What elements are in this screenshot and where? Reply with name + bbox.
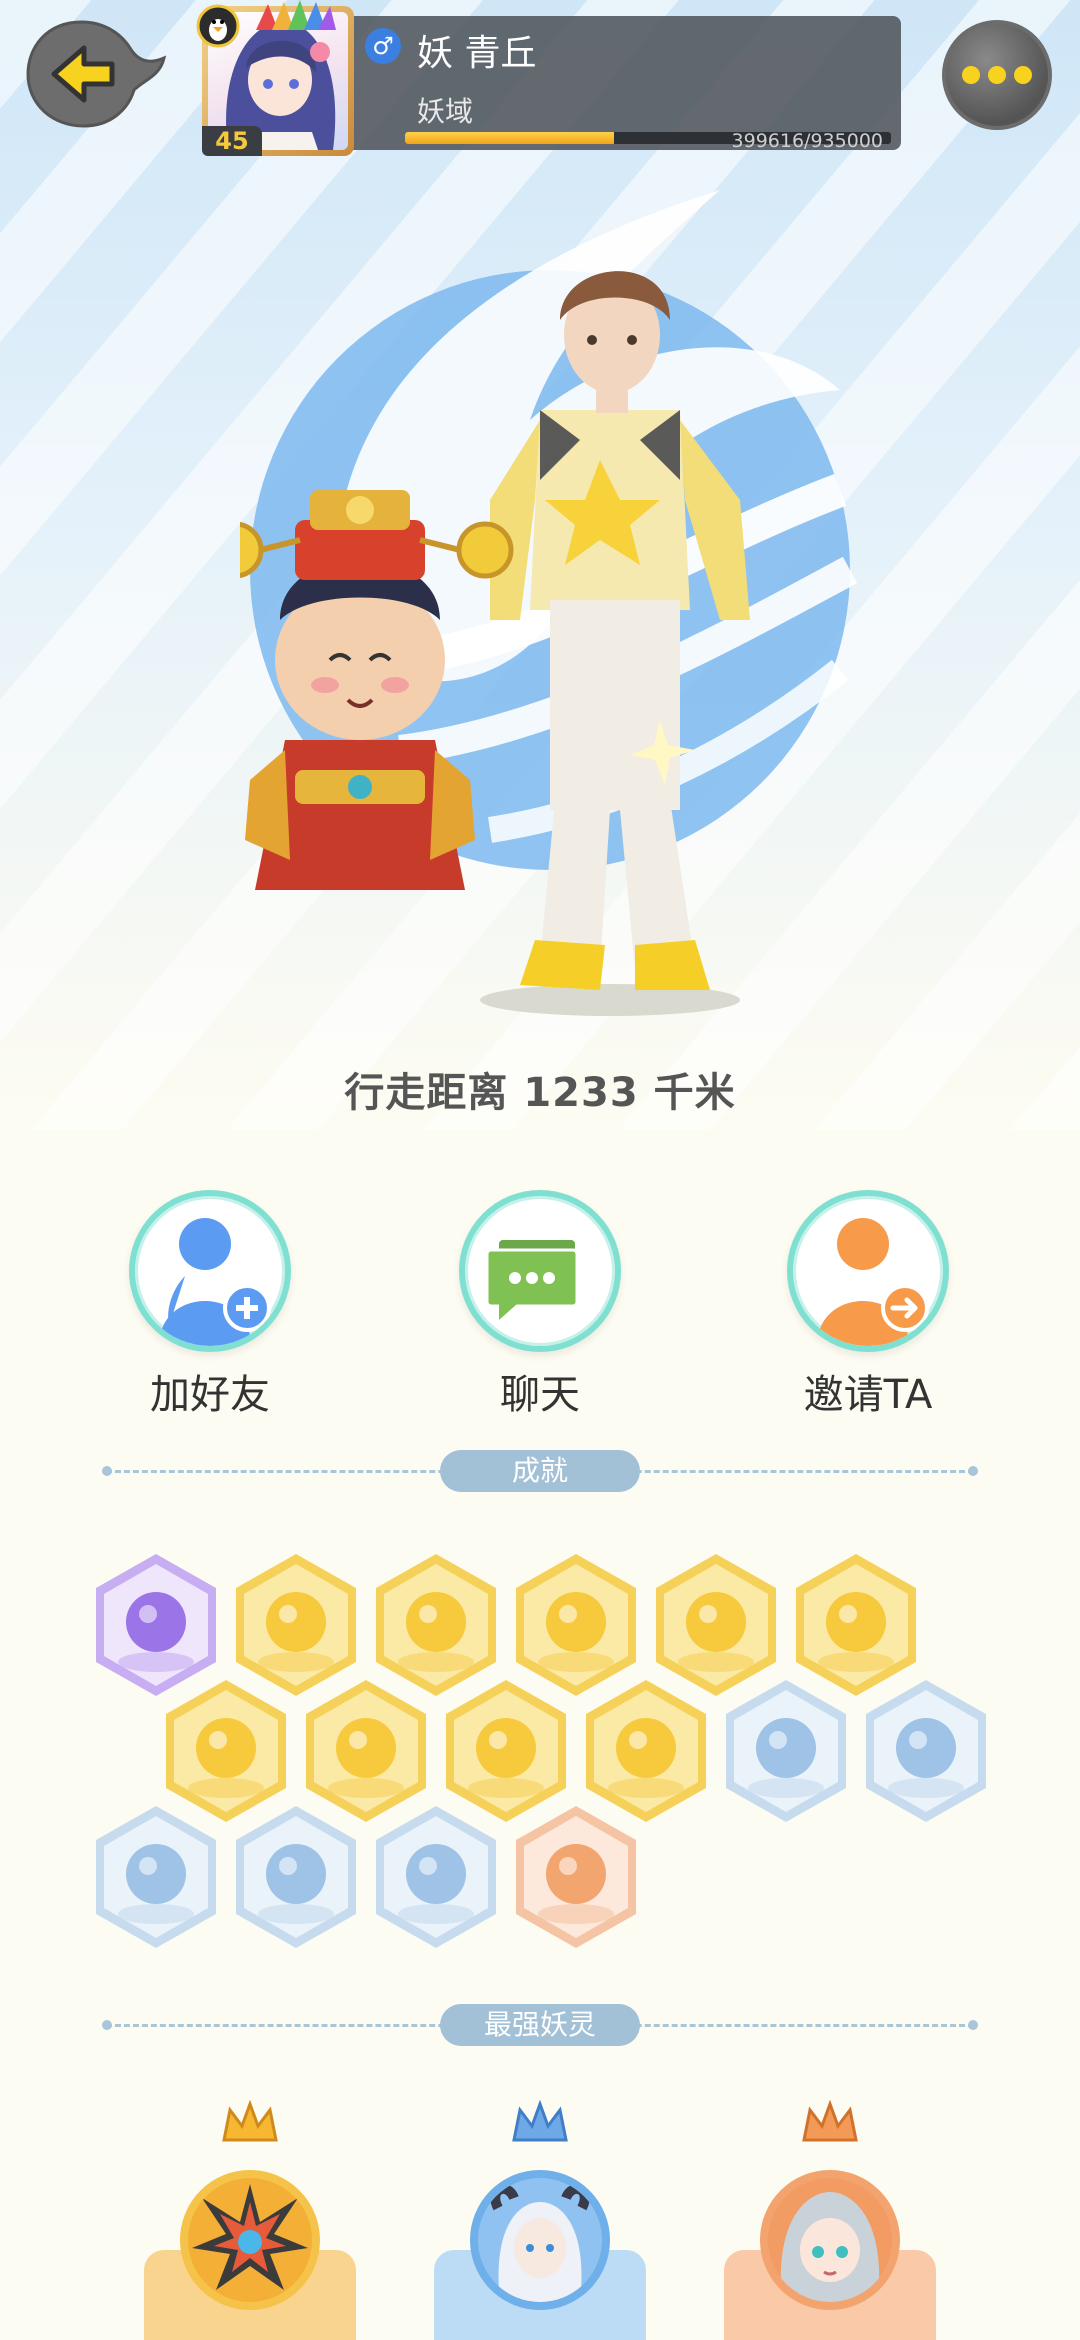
spirit-card-1[interactable]	[144, 2100, 356, 2340]
monster-badge[interactable]	[370, 1802, 502, 1952]
spirit-avatar	[180, 2170, 320, 2310]
invite-label: 邀请TA	[803, 1372, 933, 1418]
stroller-badge-icon	[516, 1806, 636, 1948]
chat-label: 聊天	[500, 1372, 580, 1418]
invite-button[interactable]: 邀请TA	[748, 1190, 988, 1420]
kitten-badge[interactable]	[90, 1802, 222, 1952]
add-friend-label: 加好友	[150, 1372, 270, 1418]
more-dot-icon	[988, 66, 1006, 84]
more-dot-icon	[1014, 66, 1032, 84]
hero-area	[0, 0, 1080, 1130]
player-region: 妖域	[417, 95, 474, 128]
stroller-badge[interactable]	[510, 1802, 642, 1952]
back-button[interactable]	[26, 18, 166, 130]
walking-distance: 行走距离 1233 千米	[344, 1070, 736, 1116]
add-friend-icon-circle	[129, 1190, 291, 1352]
orb-badge[interactable]	[720, 1676, 852, 1826]
boy-character	[480, 271, 750, 1016]
chat-icon-circle	[459, 1190, 621, 1352]
kitten-badge-icon	[96, 1806, 216, 1948]
player-name: 妖 青丘	[417, 33, 537, 74]
spirit-card-2[interactable]	[434, 2100, 646, 2340]
xp-progress-text: 399616/935000	[731, 130, 883, 152]
crown-icon	[512, 2100, 568, 2142]
level-badge: 45	[202, 126, 262, 156]
character-models	[240, 271, 750, 1016]
horned-spirit-icon	[490, 2183, 590, 2302]
male-gender-icon: ♂	[365, 28, 401, 64]
more-options-button[interactable]	[942, 20, 1052, 130]
monkey-badge-icon	[866, 1680, 986, 1822]
strongest-spirits-title: 最强妖灵	[440, 2004, 640, 2046]
spirit-avatar	[760, 2170, 900, 2310]
achievements-title: 成就	[440, 1450, 640, 1492]
fortune-god-pet	[240, 490, 514, 890]
spirit-card-3[interactable]	[724, 2100, 936, 2340]
invite-icon-circle	[787, 1190, 949, 1352]
silver-hair-spirit-icon	[780, 2192, 880, 2302]
profile-card: ♂ 妖 青丘 妖域 399616/935000	[345, 16, 901, 152]
invite-icon	[817, 1218, 929, 1346]
crown-icon	[222, 2100, 278, 2142]
scroll-badge[interactable]	[230, 1802, 362, 1952]
crown-icon	[802, 2100, 858, 2142]
add-friend-icon	[159, 1218, 271, 1346]
monster-badge-icon	[376, 1806, 496, 1948]
spirit-avatar	[470, 2170, 610, 2310]
monkey-badge[interactable]	[860, 1676, 992, 1826]
penguin-badge-icon	[196, 4, 240, 48]
scroll-badge-icon	[236, 1806, 356, 1948]
spiky-spirit-icon	[192, 2184, 308, 2290]
chat-icon	[485, 1240, 579, 1320]
orb-badge-icon	[726, 1680, 846, 1822]
rainbow-wing-icon	[256, 0, 336, 30]
chat-button[interactable]: 聊天	[420, 1190, 660, 1420]
add-friend-button[interactable]: 加好友	[90, 1190, 330, 1420]
xp-progress-fill	[405, 132, 614, 144]
more-dot-icon	[962, 66, 980, 84]
